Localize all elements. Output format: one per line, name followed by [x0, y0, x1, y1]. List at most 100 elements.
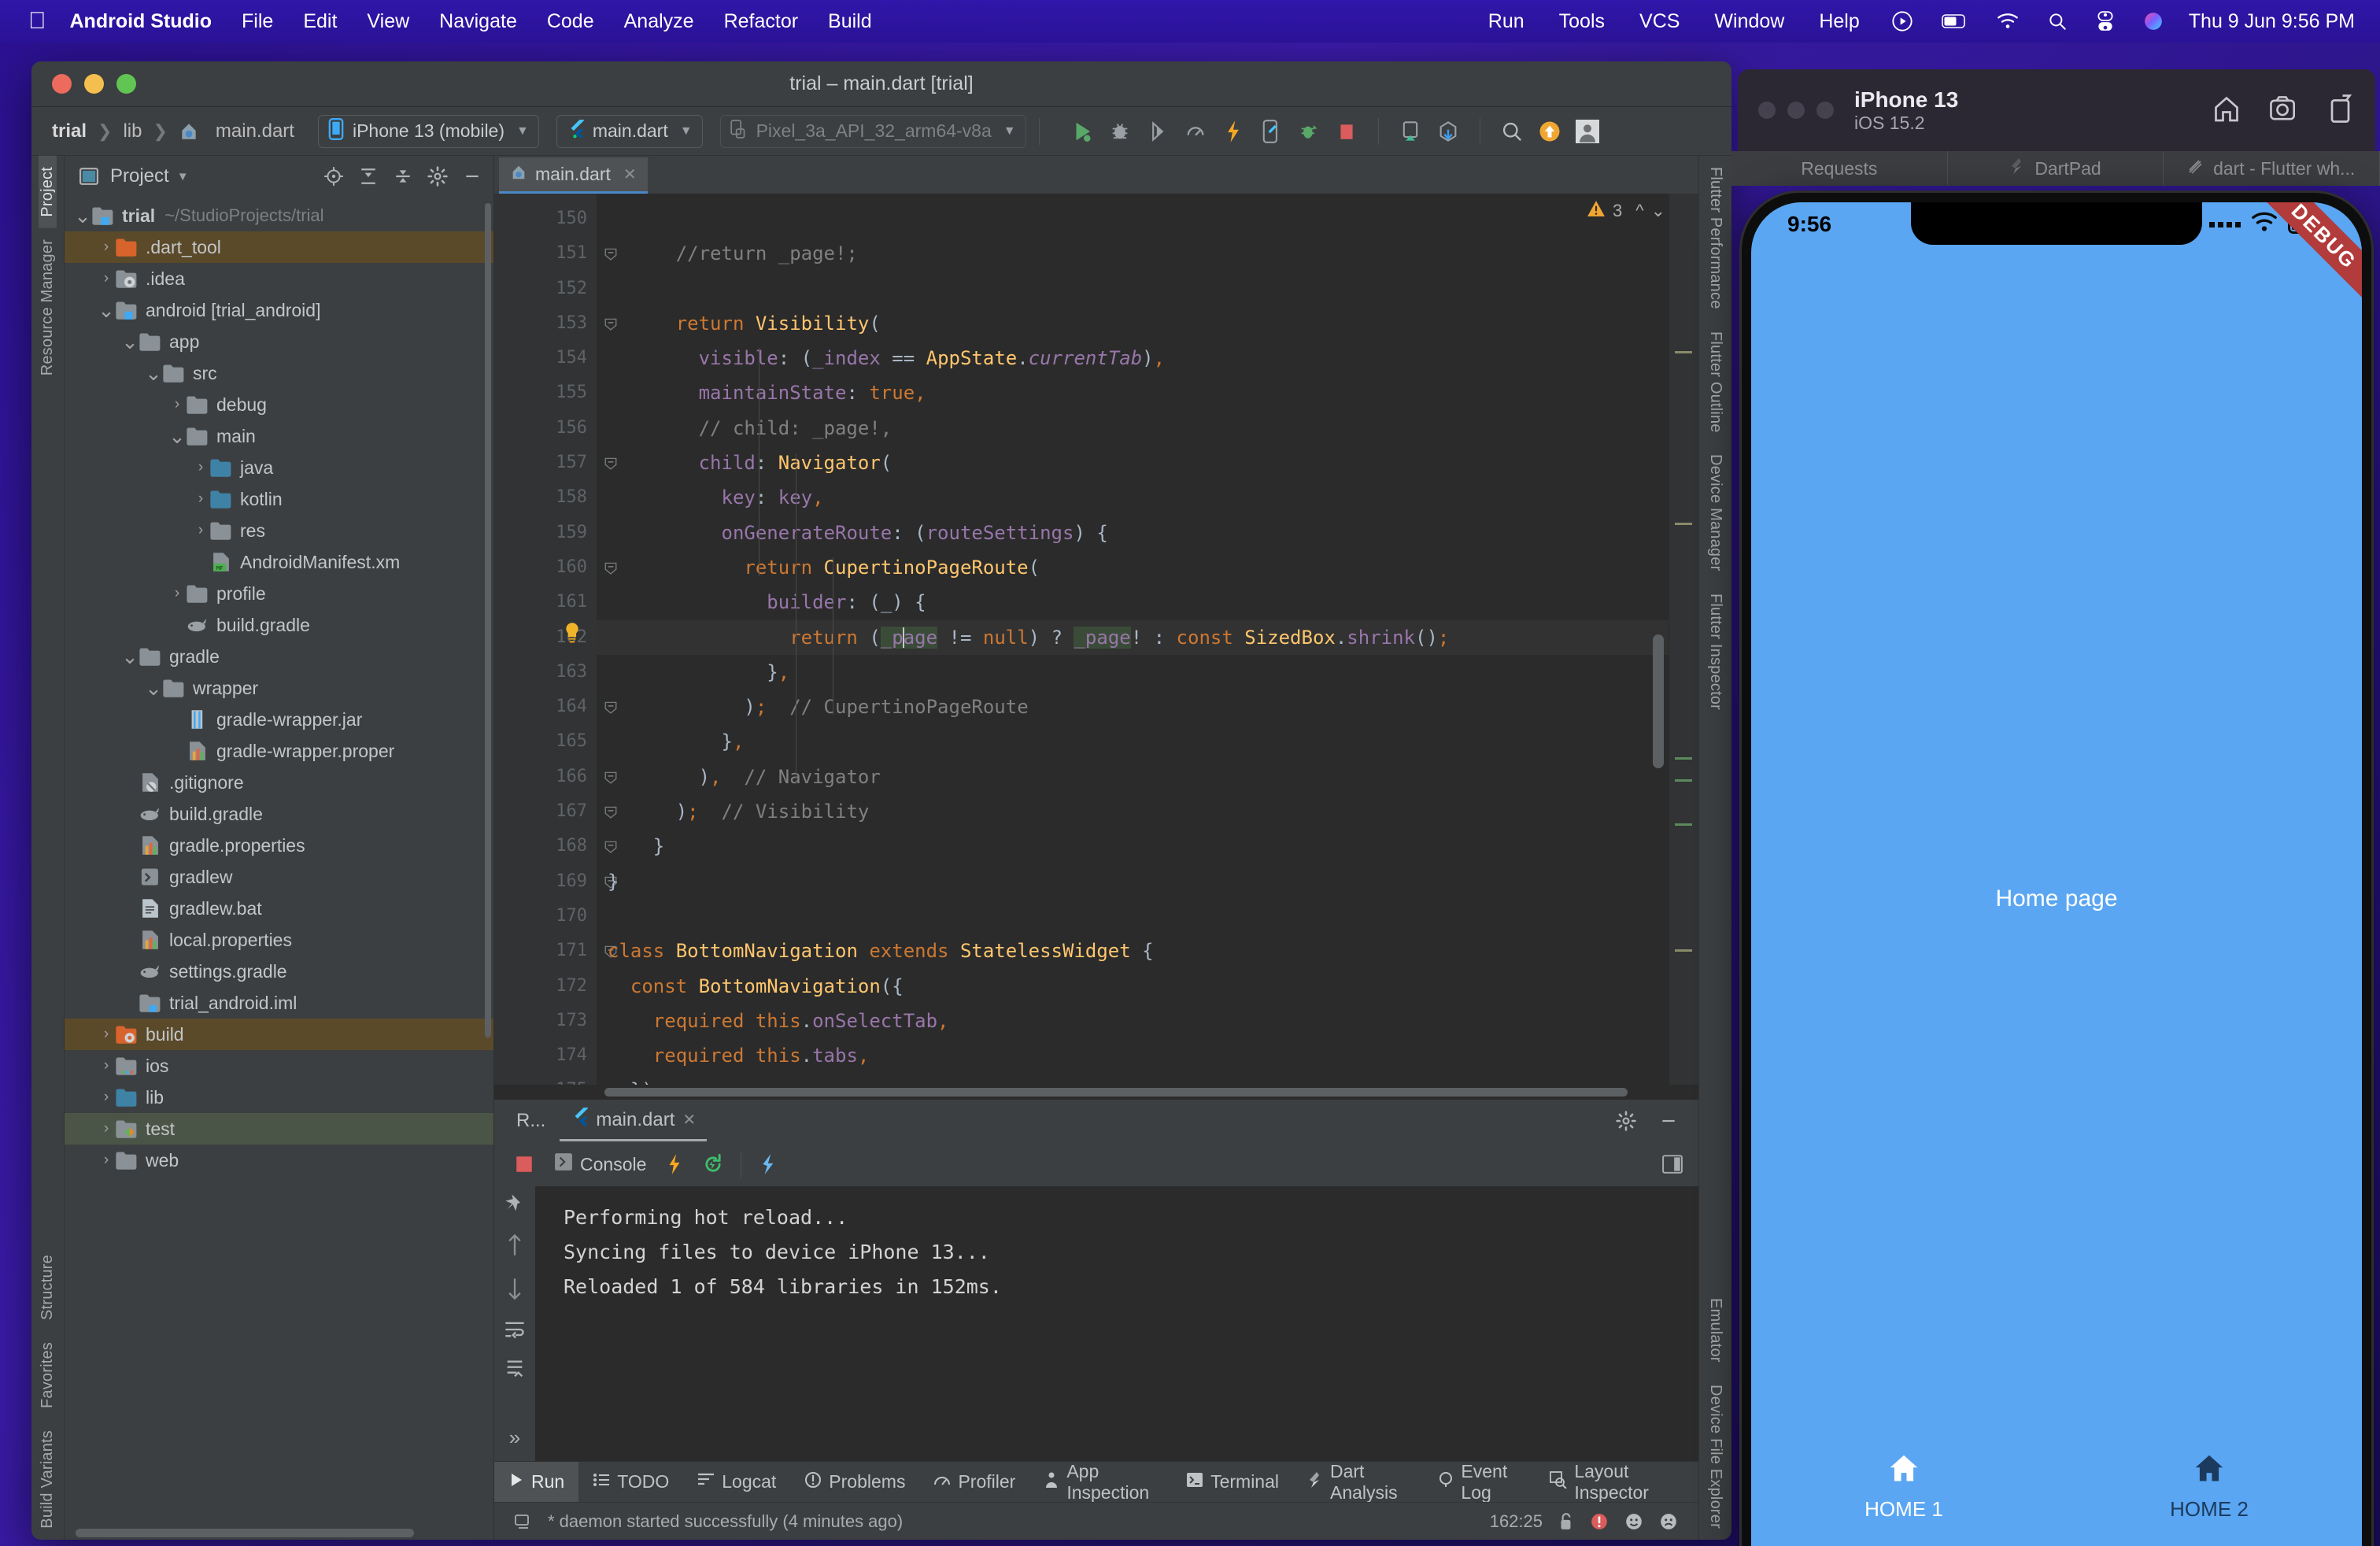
chevron-down-icon[interactable]: ⌄ [145, 678, 162, 698]
tree-row[interactable]: gradle-wrapper.jar [65, 704, 493, 735]
soft-wrap-icon[interactable] [504, 1319, 526, 1344]
project-vertical-scrollbar[interactable] [485, 203, 491, 1037]
chevron-down-icon[interactable]: ⌄ [145, 363, 162, 383]
home-icon[interactable] [2212, 94, 2241, 127]
select-opened-file-icon[interactable] [320, 163, 347, 190]
tool-tab-project[interactable]: Project [39, 156, 57, 228]
menu-item-view[interactable]: View [352, 10, 424, 33]
editor-gutter[interactable]: 150 151 152 153 154 155 156 157 158 159 160 161 162 1… [494, 194, 617, 1085]
tree-row[interactable]: › kotlin [65, 483, 493, 515]
tool-tab-device-manager[interactable]: Device Manager [1706, 443, 1724, 582]
menu-item-refactor[interactable]: Refactor [709, 10, 813, 33]
code-line[interactable] [597, 272, 1698, 306]
bottom-tab-problems[interactable]: Problems [790, 1462, 919, 1503]
hide-panel-icon[interactable] [1654, 1107, 1683, 1135]
browser-tab-flutter-docs[interactable]: dart - Flutter wh... [2164, 151, 2380, 186]
code-line[interactable]: } [597, 829, 1698, 864]
scroll-to-end-icon[interactable] [504, 1358, 526, 1384]
tree-row[interactable]: › web [65, 1145, 493, 1176]
tree-row[interactable]: ⌄ src [65, 357, 493, 389]
gutter-line-number[interactable]: 166 [494, 760, 617, 794]
tree-row[interactable]: ⌄ gradle [65, 641, 493, 672]
code-line[interactable]: maintainState: true, [597, 375, 1698, 410]
bottom-tab-run[interactable]: Run [494, 1461, 579, 1503]
battery-icon[interactable] [1941, 12, 1968, 31]
intention-bulb-icon[interactable] [562, 620, 582, 655]
tree-row[interactable]: › res [65, 515, 493, 546]
tree-row[interactable]: ⌄ trial ~/StudioProjects/trial [65, 200, 493, 231]
simulator-maximize-button[interactable] [1816, 102, 1834, 119]
menu-item-navigate[interactable]: Navigate [424, 10, 532, 33]
cursor-position[interactable]: 162:25 [1482, 1511, 1550, 1532]
minimize-window-button[interactable] [84, 74, 104, 94]
bottom-nav-item-home-1[interactable]: HOME 1 [1751, 1454, 2057, 1522]
bottom-tab-app-inspection[interactable]: App Inspection [1029, 1461, 1172, 1503]
menu-item-code[interactable]: Code [532, 10, 609, 33]
tool-tab-flutter-inspector[interactable]: Flutter Inspector [1706, 583, 1724, 721]
tool-tab-emulator[interactable]: Emulator [1706, 1287, 1724, 1374]
tree-row[interactable]: › ios [65, 1050, 493, 1082]
tree-row[interactable]: ⌄ app [65, 326, 493, 357]
code-line[interactable]: ); // Visibility [597, 794, 1698, 829]
bottom-tab-event-log[interactable]: Event Log [1424, 1461, 1536, 1503]
code-line[interactable]: ); // CupertinoPageRoute [597, 690, 1698, 724]
chevron-down-icon[interactable]: ⌄ [168, 426, 186, 446]
run-icon[interactable] [1063, 113, 1101, 150]
more-icon[interactable]: » [509, 1426, 520, 1461]
screenshot-camera-icon[interactable] [2270, 94, 2300, 127]
expand-all-icon[interactable] [355, 163, 382, 190]
chevron-right-icon[interactable]: › [192, 490, 209, 508]
tool-tab-flutter-outline[interactable]: Flutter Outline [1706, 320, 1724, 444]
code-line[interactable]: ), // Navigator [597, 760, 1698, 794]
gutter-line-number[interactable]: 171 [494, 934, 617, 968]
control-center-icon[interactable] [2096, 11, 2115, 31]
apple-logo-icon[interactable]:  [28, 9, 46, 33]
open-devtools-icon[interactable] [749, 1153, 789, 1175]
tree-row[interactable]: local.properties [65, 924, 493, 956]
tree-row[interactable]: › test [65, 1113, 493, 1145]
menu-item-run[interactable]: Run [1471, 10, 1542, 33]
wifi-icon[interactable] [1997, 12, 2019, 31]
gutter-line-number[interactable]: 164 [494, 690, 617, 724]
chevron-right-icon[interactable]: › [98, 1057, 115, 1074]
menu-item-analyze[interactable]: Analyze [609, 10, 709, 33]
tree-row[interactable]: gradle-wrapper.proper [65, 735, 493, 767]
tree-row[interactable]: › debug [65, 389, 493, 420]
code-line[interactable]: return (_page != null) ? _page! : const … [597, 620, 1698, 655]
gutter-line-number[interactable]: 169 [494, 864, 617, 899]
code-line[interactable]: onGenerateRoute: (routeSettings) { [597, 516, 1698, 550]
close-tab-icon[interactable]: ✕ [623, 165, 637, 184]
settings-gear-icon[interactable] [424, 163, 451, 190]
chevron-right-icon[interactable]: › [168, 585, 186, 602]
tool-tab-resource-manager[interactable]: Resource Manager [39, 228, 57, 386]
pin-icon[interactable] [504, 1193, 526, 1219]
scroll-up-icon[interactable] [505, 1233, 524, 1262]
gutter-line-number[interactable]: 152 [494, 272, 597, 306]
code-line[interactable]: visible: (_index == AppState.currentTab)… [597, 341, 1698, 375]
tree-row[interactable]: › lib [65, 1082, 493, 1113]
chevron-down-icon[interactable]: ⌄ [121, 331, 139, 352]
chevron-down-icon[interactable]: ▼ [177, 170, 189, 183]
tool-tab-structure[interactable]: Structure [39, 1244, 57, 1331]
tree-row[interactable]: build.gradle [65, 798, 493, 830]
run-tab-truncated[interactable]: R... [505, 1100, 556, 1141]
chevron-right-icon[interactable]: › [98, 270, 115, 287]
editor-inspection-summary[interactable]: 3 ^ ⌄ [1587, 200, 1665, 222]
tree-row[interactable]: › .dart_tool [65, 231, 493, 263]
editor-marker-strip[interactable] [1669, 194, 1698, 1085]
gutter-line-number[interactable]: 165 [494, 724, 597, 759]
scroll-down-icon[interactable] [505, 1276, 524, 1305]
rotate-device-icon[interactable] [2328, 94, 2355, 127]
iphone-screen[interactable]: 9:56 DEBUG Home page HOME 1 HOME 2 [1751, 202, 2362, 1546]
bottom-tab-dart-analysis[interactable]: Dart Analysis [1293, 1461, 1424, 1503]
bottom-nav-item-home-2[interactable]: HOME 2 [2057, 1454, 2362, 1522]
device-selector-dropdown[interactable]: iPhone 13 (mobile) ▼ [317, 114, 539, 148]
code-line[interactable] [597, 899, 1698, 934]
stop-icon[interactable] [504, 1154, 545, 1174]
bottom-tab-layout-inspector[interactable]: Layout Inspector [1536, 1461, 1698, 1503]
tree-row[interactable]: ⌄ android [trial_android] [65, 294, 493, 326]
menu-item-window[interactable]: Window [1697, 10, 1802, 33]
tree-row[interactable]: trial_android.iml [65, 987, 493, 1019]
code-line[interactable]: class BottomNavigation extends Stateless… [597, 934, 1698, 968]
simulator-close-button[interactable] [1758, 102, 1776, 119]
